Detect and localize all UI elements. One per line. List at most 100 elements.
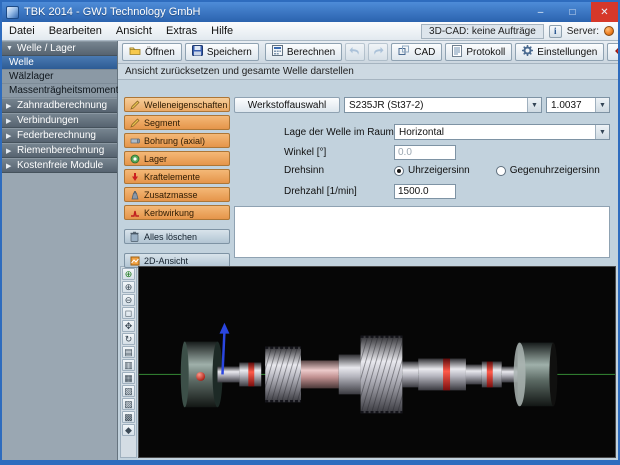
chevron-right-icon: ▶ bbox=[6, 117, 12, 125]
view-front-icon[interactable]: ▤ bbox=[122, 346, 135, 358]
menubar-right: 3D-CAD: keine Aufträge i Server: bbox=[421, 23, 618, 39]
tools-column: Welleneigenschaften Segment Bohrung (axi… bbox=[124, 97, 230, 268]
app-window: TBK 2014 - GWJ Technology GmbH – □ ✕ Dat… bbox=[0, 0, 620, 465]
minimize-button[interactable]: – bbox=[527, 2, 554, 22]
window-body: ▼ Welle / Lager Welle Wälzlager Massentr… bbox=[2, 41, 618, 460]
pan-icon[interactable]: ✥ bbox=[122, 320, 135, 332]
position-select[interactable]: Horizontal ▼ bbox=[394, 124, 610, 140]
radio-selected-icon bbox=[394, 165, 404, 176]
sidebar-section-verbindungen[interactable]: ▶ Verbindungen bbox=[2, 113, 117, 128]
chevron-right-icon: ▶ bbox=[6, 147, 12, 155]
speed-input[interactable] bbox=[394, 184, 456, 199]
zoom-out-icon[interactable]: ⊖ bbox=[122, 294, 135, 306]
viewport-toolbar: ⊕ ⊕ ⊖ ◻ ✥ ↻ ▤ ▥ ▦ ▧ ▨ ▩ ◆ bbox=[120, 266, 137, 458]
shaft-3d-canvas[interactable] bbox=[138, 266, 616, 458]
sidebar-section-federberechnung[interactable]: ▶ Federberechnung bbox=[2, 128, 117, 143]
cad-status-badge: 3D-CAD: keine Aufträge bbox=[421, 23, 544, 39]
zoom-window-icon[interactable]: ◻ bbox=[122, 307, 135, 319]
calculate-button[interactable]: Berechnen bbox=[264, 43, 343, 61]
kerbwirkung-button[interactable]: Kerbwirkung bbox=[124, 205, 230, 220]
settings-button[interactable]: Einstellungen bbox=[515, 43, 605, 61]
sidebar-section-kostenfreie-module[interactable]: ▶ Kostenfreie Module bbox=[2, 158, 117, 173]
radio-gegenuhrzeigersinn[interactable]: Gegenuhrzeigersinn bbox=[495, 165, 600, 176]
info-icon[interactable]: i bbox=[548, 24, 562, 38]
view-right-icon[interactable]: ▧ bbox=[122, 385, 135, 397]
sidebar-section-zahnradberechnung[interactable]: ▶ Zahnradberechnung bbox=[2, 98, 117, 113]
chevron-down-icon: ▼ bbox=[595, 98, 609, 112]
sidebar-section-riemenberechnung[interactable]: ▶ Riemenberechnung bbox=[2, 143, 117, 158]
menubar: Datei Bearbeiten Ansicht Extras Hilfe 3D… bbox=[2, 22, 618, 41]
view-top-icon[interactable]: ▨ bbox=[122, 398, 135, 410]
zoom-in-icon[interactable]: ⊕ bbox=[122, 281, 135, 293]
help-button[interactable]: Hilfe bbox=[607, 43, 618, 61]
sidebar: ▼ Welle / Lager Welle Wälzlager Massentr… bbox=[2, 41, 119, 460]
radio-uhrzeigersinn[interactable]: Uhrzeigersinn bbox=[394, 165, 470, 176]
welleneigenschaften-button[interactable]: Welleneigenschaften bbox=[124, 97, 230, 112]
cad-button[interactable]: CAD bbox=[391, 43, 443, 61]
redo-button[interactable] bbox=[368, 43, 389, 61]
view-iso-icon[interactable]: ◆ bbox=[122, 424, 135, 436]
bohrung-axial-button[interactable]: Bohrung (axial) bbox=[124, 133, 230, 148]
close-button[interactable]: ✕ bbox=[591, 2, 618, 22]
rotation-label: Drehsinn bbox=[284, 165, 325, 176]
sidebar-item-massentraegheitsmoment[interactable]: Massenträgheitsmoment bbox=[2, 84, 119, 98]
angle-input[interactable] bbox=[394, 145, 456, 160]
pencil-icon bbox=[129, 100, 140, 110]
weight-icon bbox=[129, 190, 140, 200]
material-select[interactable]: S235JR (St37-2) ▼ bbox=[344, 97, 542, 113]
segment-button[interactable]: Segment bbox=[124, 115, 230, 130]
chevron-right-icon: ▶ bbox=[6, 102, 12, 110]
view-left-icon[interactable]: ▦ bbox=[122, 372, 135, 384]
pencil-icon bbox=[129, 118, 140, 128]
titlebar: TBK 2014 - GWJ Technology GmbH – □ ✕ bbox=[2, 2, 618, 22]
chevron-right-icon: ▶ bbox=[6, 132, 12, 140]
view-back-icon[interactable]: ▥ bbox=[122, 359, 135, 371]
help-diamond-icon bbox=[614, 45, 618, 60]
open-button[interactable]: Öffnen bbox=[122, 43, 182, 61]
menu-bearbeiten[interactable]: Bearbeiten bbox=[42, 24, 109, 38]
window-title: TBK 2014 - GWJ Technology GmbH bbox=[24, 6, 201, 18]
view-bottom-icon[interactable]: ▩ bbox=[122, 411, 135, 423]
bearing-icon bbox=[129, 154, 140, 164]
alles-loeschen-button[interactable]: Alles löschen bbox=[124, 229, 230, 244]
werkstoffauswahl-button[interactable]: Werkstoffauswahl bbox=[234, 97, 340, 113]
lager-button[interactable]: Lager bbox=[124, 151, 230, 166]
sidebar-item-waelzlager[interactable]: Wälzlager bbox=[2, 70, 117, 84]
material-number-select[interactable]: 1.0037 ▼ bbox=[546, 97, 610, 113]
chevron-down-icon: ▼ bbox=[595, 125, 609, 139]
viewport: ⊕ ⊕ ⊖ ◻ ✥ ↻ ▤ ▥ ▦ ▧ ▨ ▩ ◆ bbox=[118, 264, 618, 460]
server-label: Server: bbox=[566, 25, 599, 37]
menu-hilfe[interactable]: Hilfe bbox=[204, 24, 240, 38]
cad-cube-icon bbox=[398, 45, 410, 59]
undo-icon bbox=[349, 46, 361, 59]
calculator-icon bbox=[271, 45, 283, 59]
protocol-button[interactable]: Protokoll bbox=[445, 43, 513, 61]
rotate-icon[interactable]: ↻ bbox=[122, 333, 135, 345]
force-arrow-icon bbox=[129, 172, 140, 182]
chevron-right-icon: ▶ bbox=[6, 162, 12, 170]
floppy-disk-icon bbox=[191, 45, 203, 59]
redo-icon bbox=[372, 46, 384, 59]
position-row: Lage der Welle im Raum Horizontal ▼ bbox=[284, 124, 610, 140]
app-icon bbox=[6, 5, 19, 19]
folder-open-icon bbox=[129, 45, 141, 59]
server-status-icon bbox=[604, 26, 614, 36]
save-button[interactable]: Speichern bbox=[184, 43, 259, 61]
menu-extras[interactable]: Extras bbox=[159, 24, 204, 38]
radio-unselected-icon bbox=[495, 165, 506, 176]
maximize-button[interactable]: □ bbox=[559, 2, 586, 22]
comment-box[interactable] bbox=[234, 206, 610, 258]
undo-button[interactable] bbox=[345, 43, 366, 61]
kraftelemente-button[interactable]: Kraftelemente bbox=[124, 169, 230, 184]
gear-icon bbox=[522, 45, 534, 59]
sidebar-section-welle-lager[interactable]: ▼ Welle / Lager bbox=[2, 41, 117, 56]
menu-datei[interactable]: Datei bbox=[2, 24, 42, 38]
sidebar-item-welle[interactable]: Welle bbox=[2, 56, 117, 70]
2d-view-icon bbox=[129, 256, 140, 266]
angle-row: Winkel [°] bbox=[284, 145, 610, 160]
menu-ansicht[interactable]: Ansicht bbox=[109, 24, 159, 38]
cylinder-icon bbox=[129, 136, 140, 146]
shaft-3d-model bbox=[139, 267, 615, 457]
zoom-fit-icon[interactable]: ⊕ bbox=[122, 268, 135, 280]
zusatzmasse-button[interactable]: Zusatzmasse bbox=[124, 187, 230, 202]
